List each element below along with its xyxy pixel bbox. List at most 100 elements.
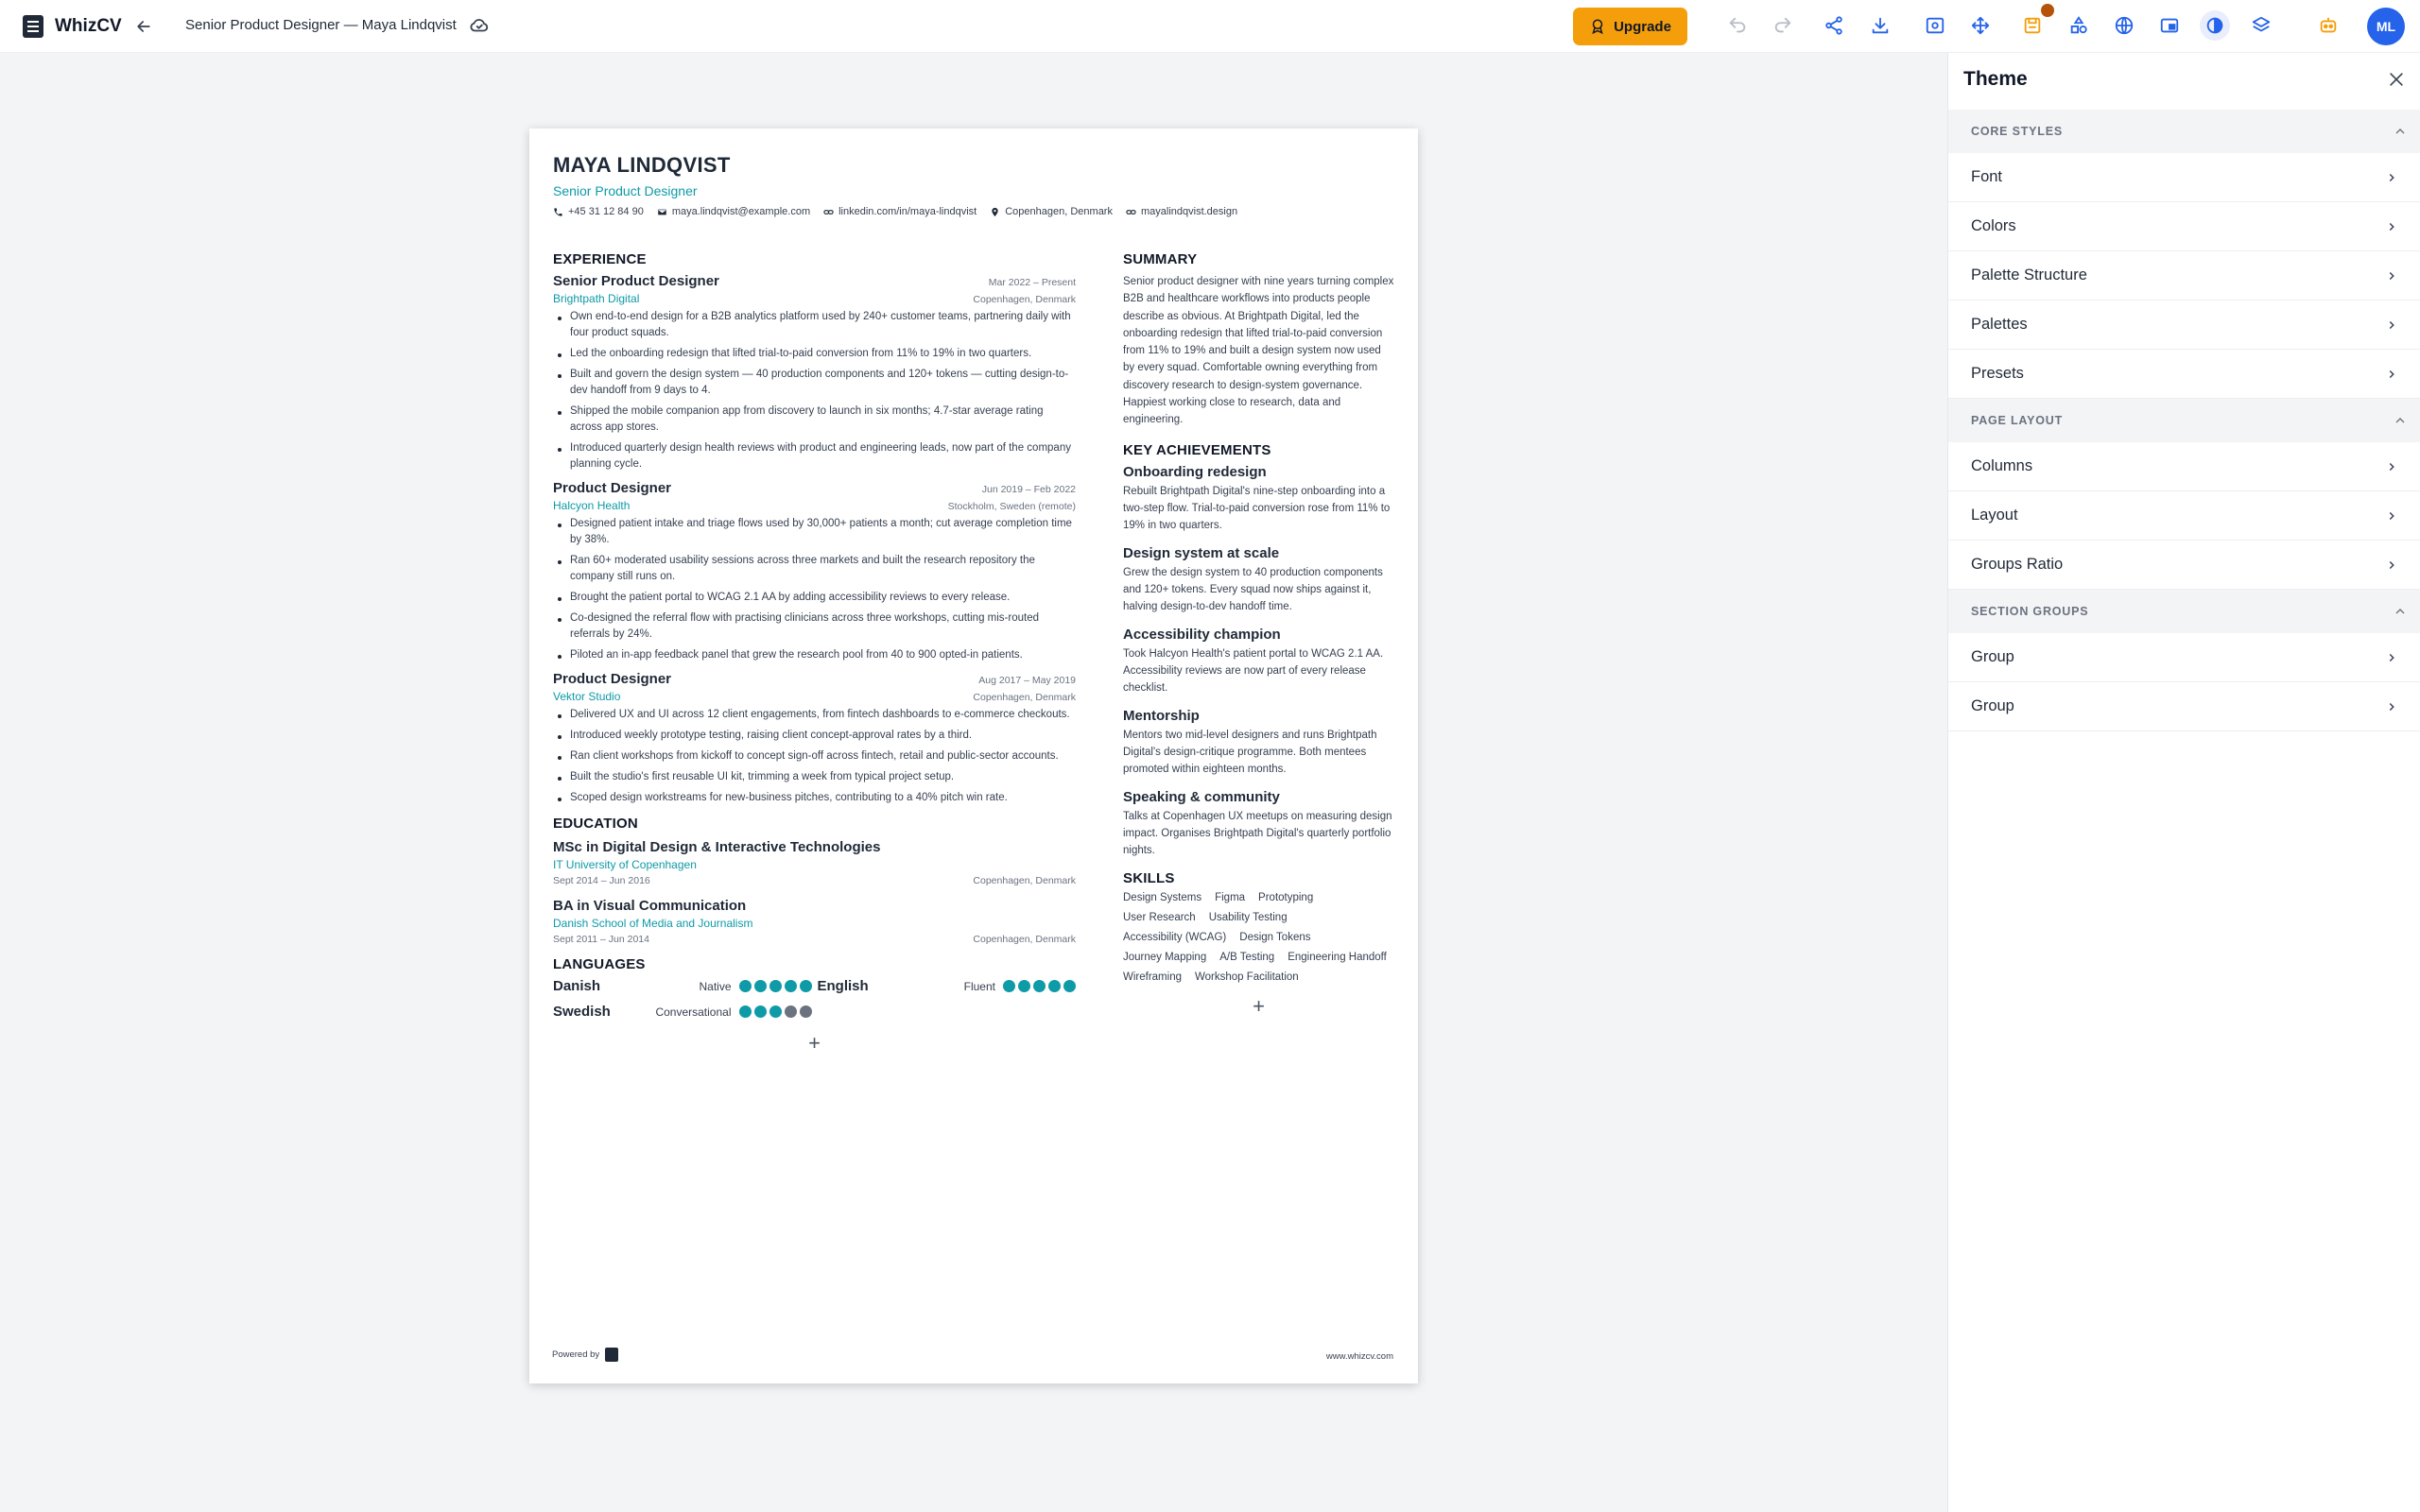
layers-button[interactable] [2250, 14, 2273, 37]
theme-item-group-1[interactable]: Group [1948, 633, 2420, 682]
achievement-item[interactable]: Accessibility champion Took Halcyon Heal… [1123, 627, 1394, 696]
section-title-skills[interactable]: SKILLS [1123, 870, 1394, 886]
contact-location[interactable]: Copenhagen, Denmark [990, 206, 1113, 217]
add-section-button-right[interactable]: + [1123, 994, 1394, 1019]
education-entry[interactable]: BA in Visual Communication Danish School… [553, 898, 1076, 945]
section-title-experience[interactable]: EXPERIENCE [553, 251, 1076, 267]
language-item[interactable]: Danish Native [553, 978, 812, 994]
app-logo[interactable]: WhizCV [23, 15, 122, 38]
chevron-right-icon [2389, 173, 2394, 181]
crown-badge-icon [1592, 19, 1603, 35]
theme-item-presets[interactable]: Presets [1948, 350, 2420, 399]
job-title: Product Designer [553, 671, 672, 687]
ai-assistant-button[interactable] [2317, 14, 2340, 37]
chevron-right-icon [2389, 702, 2394, 711]
rating-dot-filled [769, 980, 782, 992]
back-button[interactable] [132, 15, 155, 38]
contact-email[interactable]: maya.lindqvist@example.com [657, 206, 810, 217]
theme-item-font[interactable]: Font [1948, 153, 2420, 202]
upgrade-button[interactable]: Upgrade [1573, 8, 1687, 45]
achievement-item[interactable]: Design system at scale Grew the design s… [1123, 545, 1394, 615]
bullet-item: Brought the patient portal to WCAG 2.1 A… [553, 590, 1076, 606]
section-title-summary[interactable]: SUMMARY [1123, 251, 1394, 267]
rating-dot-filled [799, 980, 812, 992]
rating-dot-filled [738, 1005, 752, 1018]
edu-date: Sept 2014 – Jun 2016 [553, 875, 650, 886]
bullet-item: Scoped design workstreams for new-busine… [553, 790, 1076, 806]
language-button[interactable] [2113, 14, 2135, 37]
document-title[interactable]: Senior Product Designer — Maya Lindqvist [185, 17, 457, 33]
chevron-right-icon [2389, 222, 2394, 231]
skill-item: Workshop Facilitation [1194, 971, 1299, 983]
phone-icon [554, 207, 562, 216]
mail-icon [657, 208, 667, 215]
contact-website[interactable]: mayalindqvist.design [1126, 206, 1237, 217]
rating-dot-filled [769, 1005, 782, 1018]
job-date: Jun 2019 – Feb 2022 [981, 484, 1076, 495]
achievement-item[interactable]: Onboarding redesign Rebuilt Brightpath D… [1123, 464, 1394, 534]
theme-item-layout[interactable]: Layout [1948, 491, 2420, 541]
bullet-item: Introduced weekly prototype testing, rai… [553, 728, 1076, 744]
language-item[interactable]: Swedish Conversational [553, 1004, 812, 1020]
chevron-up-icon [2395, 418, 2405, 423]
summary-text[interactable]: Senior product designer with nine years … [1123, 273, 1394, 429]
rating-dot-filled [784, 980, 797, 992]
add-section-button-left[interactable]: + [553, 1031, 1076, 1056]
theme-item-palette-structure[interactable]: Palette Structure [1948, 251, 2420, 301]
preview-button[interactable] [1924, 14, 1946, 37]
share-icon [1825, 16, 1842, 35]
theme-item-group-2[interactable]: Group [1948, 682, 2420, 731]
language-item[interactable]: English Fluent [818, 978, 1076, 994]
experience-entry[interactable]: Senior Product Designer Mar 2022 – Presen… [553, 273, 1076, 472]
close-panel-button[interactable] [2383, 66, 2410, 93]
job-bullets: Designed patient intake and triage flows… [553, 516, 1076, 663]
rating-dot-empty [784, 1005, 797, 1018]
redo-icon [1774, 17, 1791, 33]
chevron-right-icon [2389, 511, 2394, 520]
experience-entry[interactable]: Product Designer Aug 2017 – May 2019 Vekt… [553, 671, 1076, 806]
redo-button[interactable] [1772, 14, 1794, 37]
achievement-item[interactable]: Mentorship Mentors two mid-level designe… [1123, 708, 1394, 778]
skill-item: Accessibility (WCAG) [1123, 931, 1227, 943]
theme-item-groups-ratio[interactable]: Groups Ratio [1948, 541, 2420, 590]
user-avatar[interactable]: ML [2367, 8, 2405, 45]
job-date: Aug 2017 – May 2019 [978, 675, 1076, 686]
resume-name[interactable]: MAYA LINDQVIST [553, 153, 731, 178]
footer-site: www.whizcv.com [1325, 1351, 1393, 1362]
group-header-core-styles[interactable]: CORE STYLES [1948, 110, 2420, 153]
section-title-languages[interactable]: LANGUAGES [553, 956, 1076, 972]
location-icon [992, 207, 998, 216]
section-title-education[interactable]: EDUCATION [553, 816, 1076, 832]
share-button[interactable] [1823, 14, 1845, 37]
rating-dot-filled [738, 980, 752, 992]
top-bar: WhizCV Senior Product Designer — Maya Li… [0, 0, 2420, 53]
move-sections-button[interactable] [1969, 14, 1992, 37]
rating-dot-filled [1033, 980, 1046, 992]
theme-item-columns[interactable]: Columns [1948, 442, 2420, 491]
section-title-achievements[interactable]: KEY ACHIEVEMENTS [1123, 442, 1394, 458]
experience-entry[interactable]: Product Designer Jun 2019 – Feb 2022 Halc… [553, 480, 1076, 663]
contact-phone[interactable]: +45 31 12 84 90 [553, 206, 644, 217]
edu-location: Copenhagen, Denmark [973, 934, 1076, 945]
sections-button[interactable] [2067, 14, 2090, 37]
education-entry[interactable]: MSc in Digital Design & Interactive Tech… [553, 839, 1076, 886]
achievement-item[interactable]: Speaking & community Talks at Copenhagen… [1123, 789, 1394, 859]
download-button[interactable] [1869, 14, 1892, 37]
group-header-section-groups[interactable]: SECTION GROUPS [1948, 590, 2420, 633]
ai-save-button[interactable] [2021, 14, 2044, 37]
theme-button[interactable] [2200, 10, 2230, 41]
download-icon [1872, 17, 1889, 34]
skills-list[interactable]: Design Systems Figma Prototyping User Re… [1123, 892, 1394, 983]
resume-role[interactable]: Senior Product Designer [553, 183, 698, 198]
group-header-page-layout[interactable]: PAGE LAYOUT [1948, 399, 2420, 442]
skill-item: Engineering Handoff [1288, 951, 1387, 963]
page-settings-button[interactable] [2158, 14, 2181, 37]
undo-icon [1729, 17, 1746, 33]
undo-button[interactable] [1726, 14, 1749, 37]
move-arrows-icon [1971, 16, 1990, 35]
arrow-left-icon [137, 21, 150, 32]
contact-linkedin[interactable]: linkedin.com/in/maya-lindqvist [823, 206, 977, 217]
theme-item-palettes[interactable]: Palettes [1948, 301, 2420, 350]
cloud-sync-icon[interactable] [469, 15, 490, 36]
theme-item-colors[interactable]: Colors [1948, 202, 2420, 251]
